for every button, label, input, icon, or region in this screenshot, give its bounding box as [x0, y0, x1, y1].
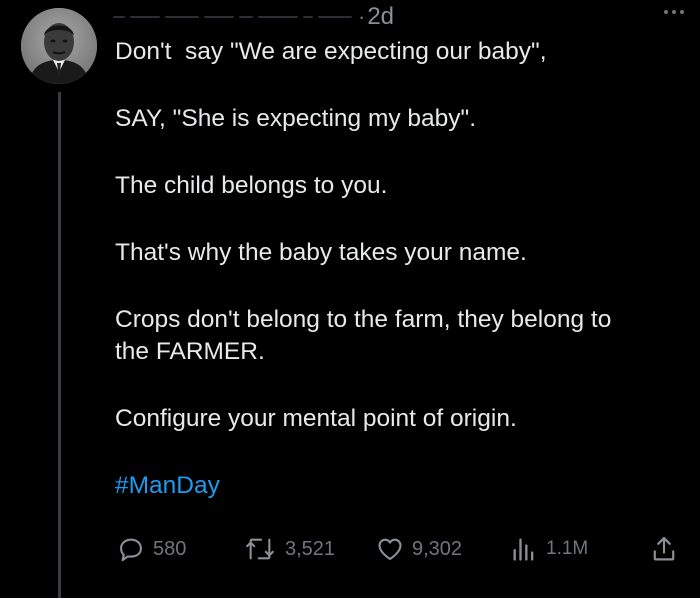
post-timestamp[interactable]: 2d — [367, 3, 394, 31]
like-count: 9,302 — [412, 537, 463, 560]
thread-line — [58, 92, 61, 598]
share-button[interactable] — [650, 533, 678, 565]
reply-count: 580 — [153, 537, 187, 560]
views-icon — [513, 538, 534, 561]
post-text: Don't say "We are expecting our baby", S… — [115, 36, 685, 502]
avatar[interactable] — [21, 8, 97, 84]
redacted-handle — [113, 16, 352, 18]
more-icon[interactable] — [664, 10, 684, 14]
post-line: The child belongs to you. — [115, 172, 388, 199]
like-icon — [378, 538, 402, 560]
header-separator: · — [358, 4, 366, 29]
views-count: 1.1M — [546, 538, 589, 559]
post-header: · 2d — [113, 2, 394, 32]
reply-icon — [120, 538, 142, 562]
post-line: That's why the baby takes your name. — [115, 239, 527, 266]
repost-button[interactable]: 3,521 — [243, 533, 335, 565]
repost-icon — [246, 538, 274, 560]
views-button[interactable]: 1.1M — [510, 533, 588, 565]
post-line: Crops don't belong to the farm, they bel… — [115, 306, 612, 365]
reply-button[interactable]: 580 — [117, 533, 186, 565]
repost-count: 3,521 — [285, 537, 336, 560]
like-button[interactable]: 9,302 — [376, 533, 462, 565]
post-line: Configure your mental point of origin. — [115, 405, 517, 432]
share-icon — [653, 536, 675, 561]
action-bar: 580 3,521 9,302 1.1M — [115, 533, 680, 565]
post-line: Don't say "We are expecting our baby", — [115, 38, 547, 65]
post-line: SAY, "She is expecting my baby". — [115, 105, 477, 132]
hashtag-link[interactable]: #ManDay — [115, 470, 685, 502]
